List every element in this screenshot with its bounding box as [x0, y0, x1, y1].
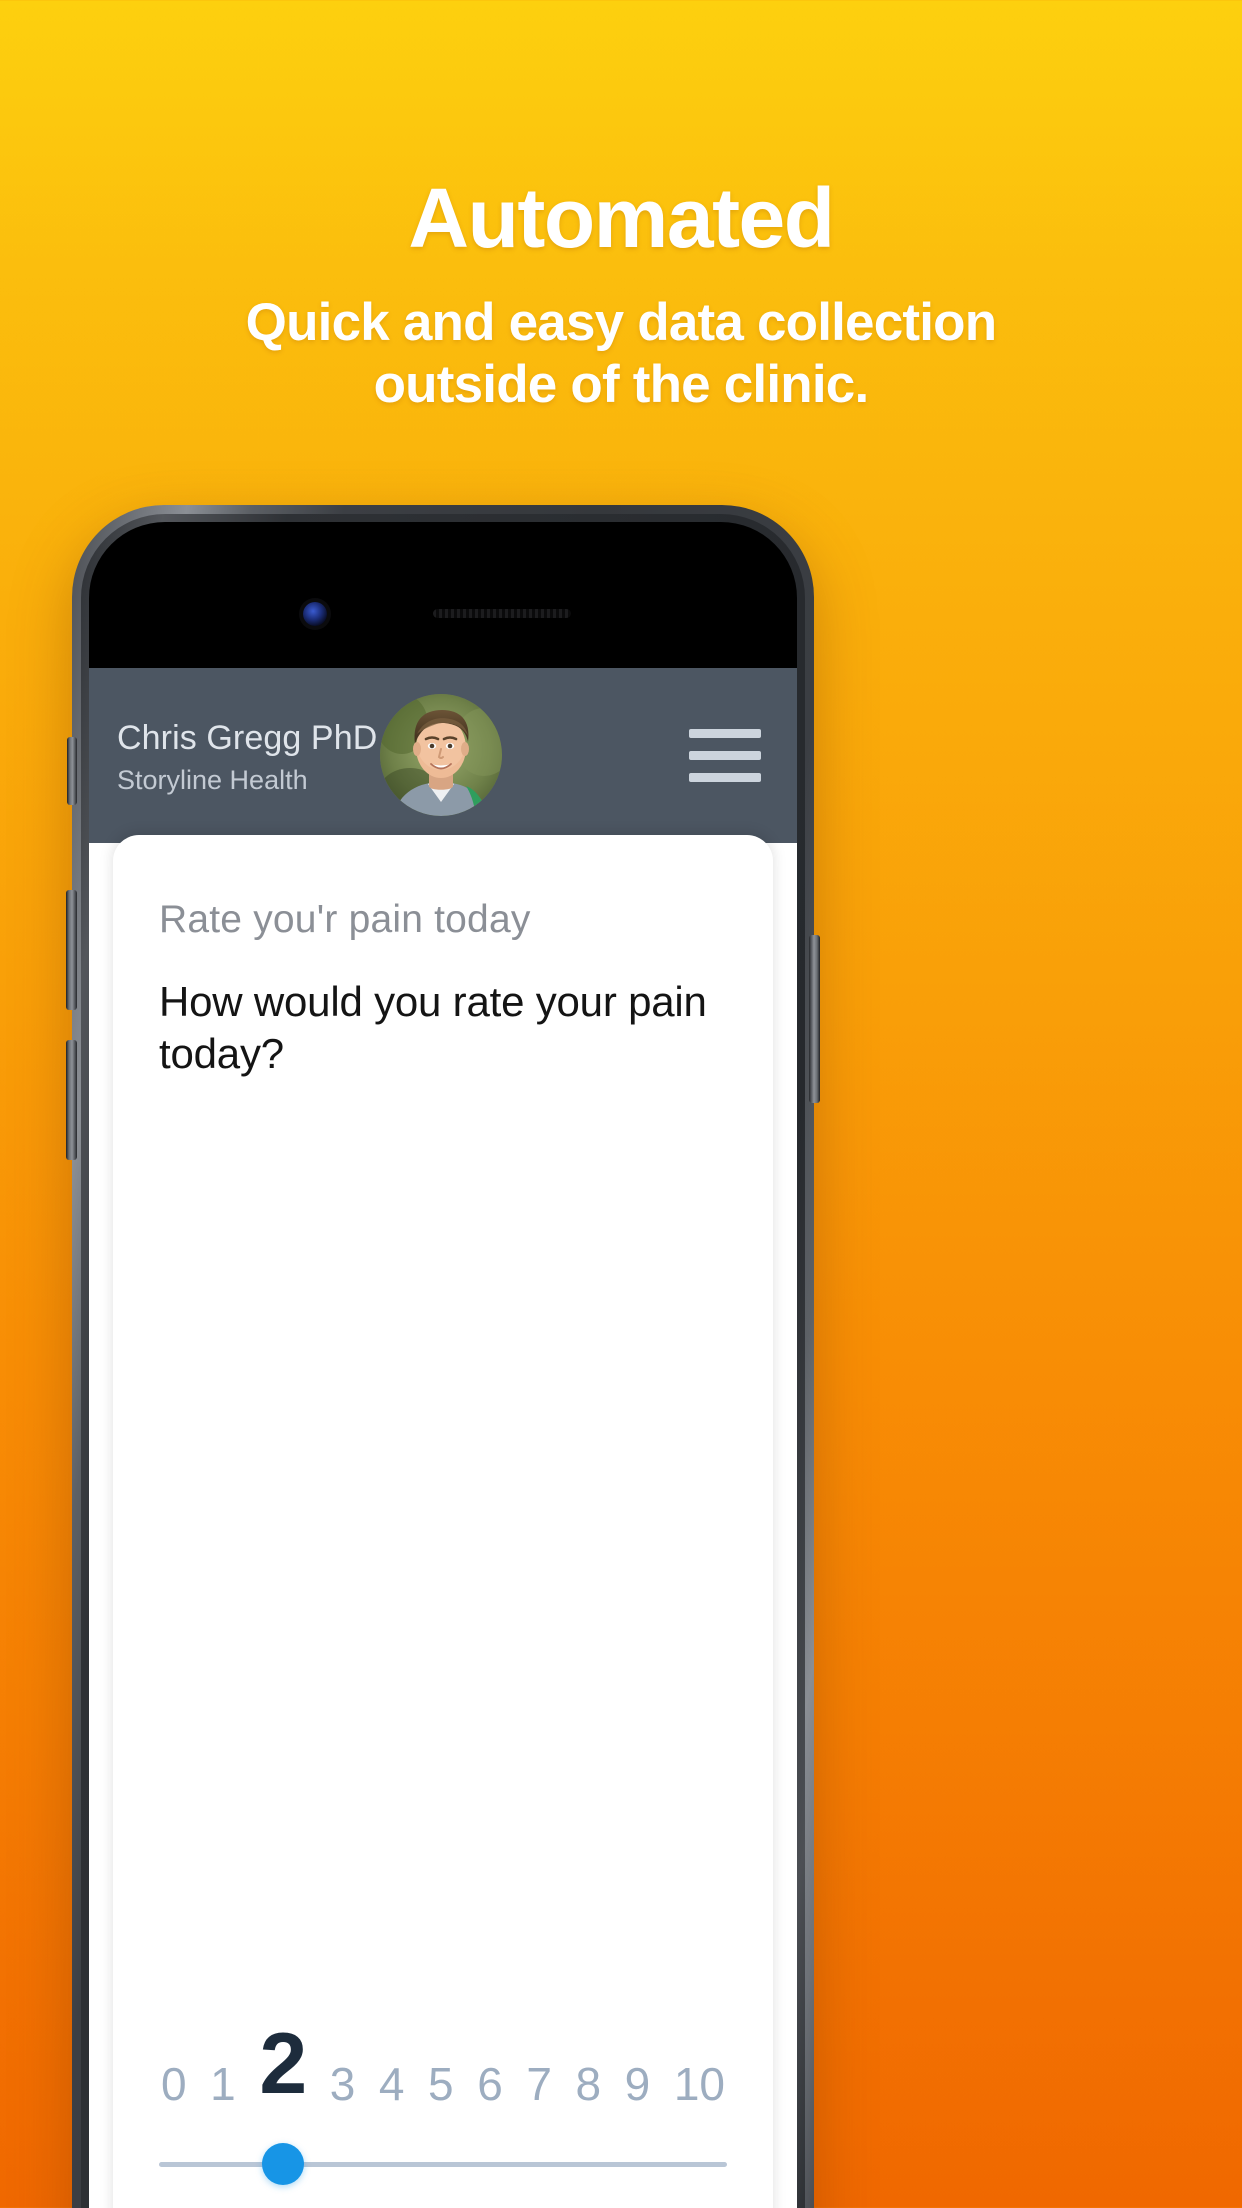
pain-scale-option-0[interactable]: 0	[161, 2061, 187, 2107]
hero-subtitle: Quick and easy data collection outside o…	[0, 292, 1242, 416]
mute-switch[interactable]	[67, 737, 77, 805]
hamburger-bar-2	[689, 751, 761, 760]
survey-card: Rate you'r pain today How would you rate…	[113, 835, 773, 2208]
hero-subtitle-line-2: outside of the clinic.	[373, 355, 870, 414]
survey-question: How would you rate your pain today?	[159, 977, 707, 1078]
phone-sensor-row	[89, 600, 797, 626]
survey-label: Rate you'r pain today	[159, 898, 531, 941]
hero-subtitle-line-1: Quick and easy data collection	[245, 293, 997, 352]
pain-scale-option-6[interactable]: 6	[477, 2061, 503, 2107]
front-camera-icon	[303, 602, 327, 626]
hamburger-bar-3	[689, 773, 761, 782]
app-viewport: Chris Gregg PhD Storyline Health Rate yo…	[89, 668, 797, 2208]
slider-thumb[interactable]	[261, 2143, 304, 2185]
hamburger-menu-icon[interactable]	[687, 726, 763, 786]
pain-scale-option-2[interactable]: 2	[259, 2021, 307, 2107]
pain-scale-option-7[interactable]: 7	[526, 2061, 552, 2107]
pain-scale-option-10[interactable]: 10	[674, 2061, 725, 2107]
pain-scale-option-4[interactable]: 4	[379, 2061, 405, 2107]
hamburger-bar-1	[689, 729, 761, 738]
pain-scale-option-1[interactable]: 1	[210, 2061, 236, 2107]
ear-speaker-icon	[433, 609, 571, 618]
phone-mockup: Chris Gregg PhD Storyline Health Rate yo…	[66, 505, 820, 2208]
page-title: Automated	[408, 171, 835, 265]
pain-scale-numbers: 0 1 2 3 4 5 6 7 8 9 10	[159, 2015, 727, 2107]
slider-track[interactable]	[159, 2162, 727, 2167]
volume-down-button[interactable]	[66, 1040, 77, 1160]
pain-scale-option-9[interactable]: 9	[625, 2061, 651, 2107]
pain-scale: 0 1 2 3 4 5 6 7 8 9 10	[159, 2015, 727, 2208]
pain-scale-option-8[interactable]: 8	[576, 2061, 602, 2107]
app-header: Chris Gregg PhD Storyline Health	[89, 668, 797, 843]
pain-scale-option-3[interactable]: 3	[330, 2061, 356, 2107]
volume-up-button[interactable]	[66, 890, 77, 1010]
power-button[interactable]	[809, 935, 820, 1103]
pain-scale-option-5[interactable]: 5	[428, 2061, 454, 2107]
pain-slider[interactable]	[159, 2143, 727, 2185]
phone-screen: Chris Gregg PhD Storyline Health Rate yo…	[89, 522, 797, 2208]
avatar[interactable]	[380, 694, 502, 816]
hero-section: Automated Quick and easy data collection…	[0, 0, 1242, 416]
